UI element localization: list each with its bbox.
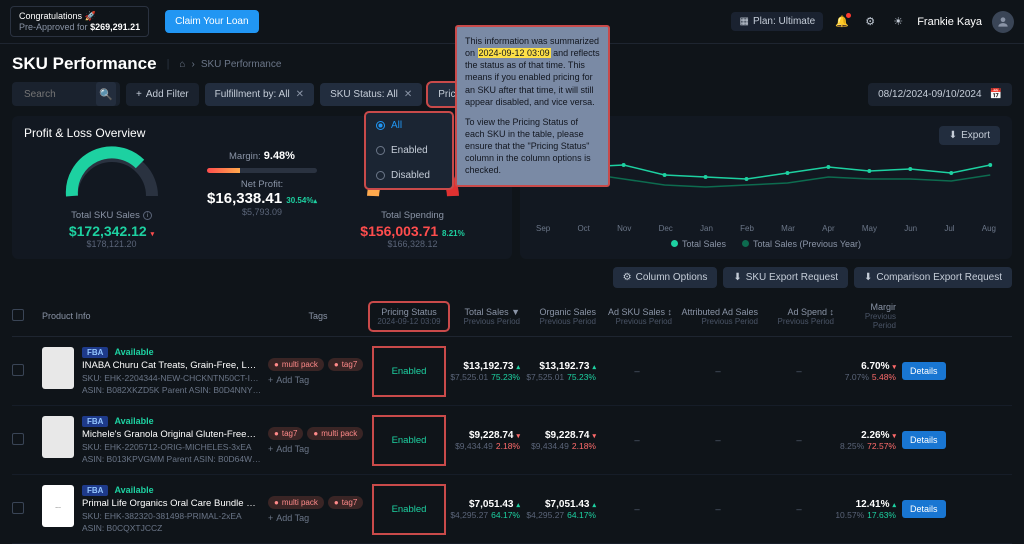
breadcrumb: ⌂›SKU Performance — [179, 59, 281, 70]
user-name: Frankie Kaya — [917, 16, 982, 28]
details-button[interactable]: Details — [902, 500, 946, 518]
home-icon[interactable]: ⌂ — [179, 59, 185, 70]
tag-chip[interactable]: ● multi pack — [268, 496, 324, 509]
notifications-icon[interactable]: 🔔 — [833, 13, 851, 31]
search-input-wrap: 🔍 — [12, 82, 120, 106]
table-row: FBA Available Michele's Granola Original … — [12, 406, 1012, 475]
product-title[interactable]: Michele's Granola Original Gluten-Free &… — [82, 429, 257, 440]
fba-badge: FBA — [82, 416, 108, 427]
gear-icon[interactable]: ⚙ — [861, 13, 879, 31]
row-checkbox[interactable] — [12, 364, 24, 376]
col-total-sales[interactable]: Total Sales ▼Previous Period — [450, 307, 520, 326]
export-button[interactable]: ⬇Export — [939, 126, 1000, 145]
product-title[interactable]: Primal Life Organics Oral Care Bundle - … — [82, 498, 257, 509]
search-input[interactable] — [16, 83, 96, 106]
tag-chip[interactable]: ● tag7 — [268, 427, 303, 440]
tag-chip[interactable]: ● multi pack — [268, 358, 324, 371]
claim-loan-button[interactable]: Claim Your Loan — [165, 10, 258, 33]
avatar[interactable] — [992, 11, 1014, 33]
info-tooltip: This information was summarized on 2024-… — [455, 25, 610, 187]
col-product[interactable]: Product Info — [42, 311, 262, 321]
product-thumbnail: ... — [42, 485, 74, 527]
dropdown-option-disabled[interactable]: Disabled — [366, 163, 452, 188]
col-ad-spend[interactable]: Ad Spend ↕Previous Period — [764, 307, 834, 326]
download-icon: ⬇ — [949, 130, 957, 141]
add-tag-button[interactable]: + Add Tag — [268, 375, 309, 385]
table-row: FBA Available INABA Churu Cat Treats, Gra… — [12, 337, 1012, 406]
tag-chip[interactable]: ● tag7 — [328, 358, 363, 371]
column-options-button[interactable]: ⚙Column Options — [613, 267, 718, 288]
pricing-status-cell: Enabled — [374, 348, 444, 395]
col-tags[interactable]: Tags — [268, 311, 368, 321]
panel-title: Profit & Loss Overview — [24, 126, 145, 140]
download-icon: ⬇ — [864, 272, 872, 283]
chart-x-axis: SepOctNovDecJanFebMarAprMayJunJulAug — [532, 224, 1000, 233]
row-checkbox[interactable] — [12, 433, 24, 445]
tag-chip[interactable]: ● multi pack — [307, 427, 363, 440]
dropdown-option-all[interactable]: All — [366, 113, 452, 138]
select-all-checkbox[interactable] — [12, 309, 24, 321]
pricing-status-dropdown: All Enabled Disabled — [365, 112, 453, 189]
pricing-status-cell: Enabled — [374, 486, 444, 533]
fba-badge: FBA — [82, 485, 108, 496]
details-button[interactable]: Details — [902, 431, 946, 449]
grid-icon: ▦ — [739, 16, 748, 27]
close-icon[interactable]: ✕ — [296, 89, 304, 100]
page-title: SKU Performance — [12, 54, 157, 74]
product-thumbnail — [42, 416, 74, 458]
filter-fulfillment[interactable]: Fulfillment by: All✕ — [205, 83, 314, 106]
col-pricing-status[interactable]: Pricing Status2024-09-12 03:09 — [370, 303, 448, 330]
add-tag-button[interactable]: + Add Tag — [268, 513, 309, 523]
theme-toggle-icon[interactable]: ☀ — [889, 13, 907, 31]
add-tag-button[interactable]: + Add Tag — [268, 444, 309, 454]
table-row: ... FBA Available Primal Life Organics Or… — [12, 475, 1012, 544]
availability-badge: Available — [114, 416, 153, 427]
product-title[interactable]: INABA Churu Cat Treats, Grain-Free, Lick… — [82, 360, 257, 371]
promo-banner: Congratulations 🚀 Pre-Approved for $269,… — [10, 6, 149, 37]
row-checkbox[interactable] — [12, 502, 24, 514]
col-attributed-ad-sales[interactable]: Attributed Ad SalesPrevious Period — [678, 307, 758, 326]
date-range-picker[interactable]: 08/12/2024-09/10/2024📅 — [868, 83, 1012, 106]
close-icon[interactable]: ✕ — [404, 89, 412, 100]
availability-badge: Available — [114, 485, 153, 496]
gear-icon: ⚙ — [623, 272, 632, 283]
fba-badge: FBA — [82, 347, 108, 358]
comparison-export-button[interactable]: ⬇Comparison Export Request — [854, 267, 1012, 288]
table-header: Product Info Tags Pricing Status2024-09-… — [12, 296, 1012, 337]
search-icon[interactable]: 🔍 — [96, 82, 116, 106]
col-ad-sku-sales[interactable]: Ad SKU Sales ↕Previous Period — [602, 307, 672, 326]
sku-export-button[interactable]: ⬇SKU Export Request — [723, 267, 848, 288]
download-icon: ⬇ — [733, 272, 741, 283]
margin-block: Margin: 9.48% Net Profit: $16,338.41 30.… — [207, 146, 317, 217]
dropdown-option-enabled[interactable]: Enabled — [366, 138, 452, 163]
availability-badge: Available — [114, 347, 153, 358]
product-thumbnail — [42, 347, 74, 389]
chart-legend: Total Sales Total Sales (Previous Year) — [532, 239, 1000, 249]
details-button[interactable]: Details — [902, 362, 946, 380]
add-filter-button[interactable]: +Add Filter — [126, 83, 199, 106]
info-icon[interactable]: i — [143, 211, 152, 220]
plan-badge[interactable]: ▦Plan: Ultimate — [731, 12, 823, 31]
pricing-status-cell: Enabled — [374, 417, 444, 464]
gauge-total-sku-sales: Total SKU Salesi $172,342.12 $178,121.20 — [24, 146, 199, 249]
col-margin[interactable]: MargirPrevious Period — [840, 302, 896, 330]
calendar-icon: 📅 — [990, 89, 1002, 100]
filter-sku-status[interactable]: SKU Status: All✕ — [320, 83, 422, 106]
tag-chip[interactable]: ● tag7 — [328, 496, 363, 509]
col-organic-sales[interactable]: Organic SalesPrevious Period — [526, 307, 596, 326]
